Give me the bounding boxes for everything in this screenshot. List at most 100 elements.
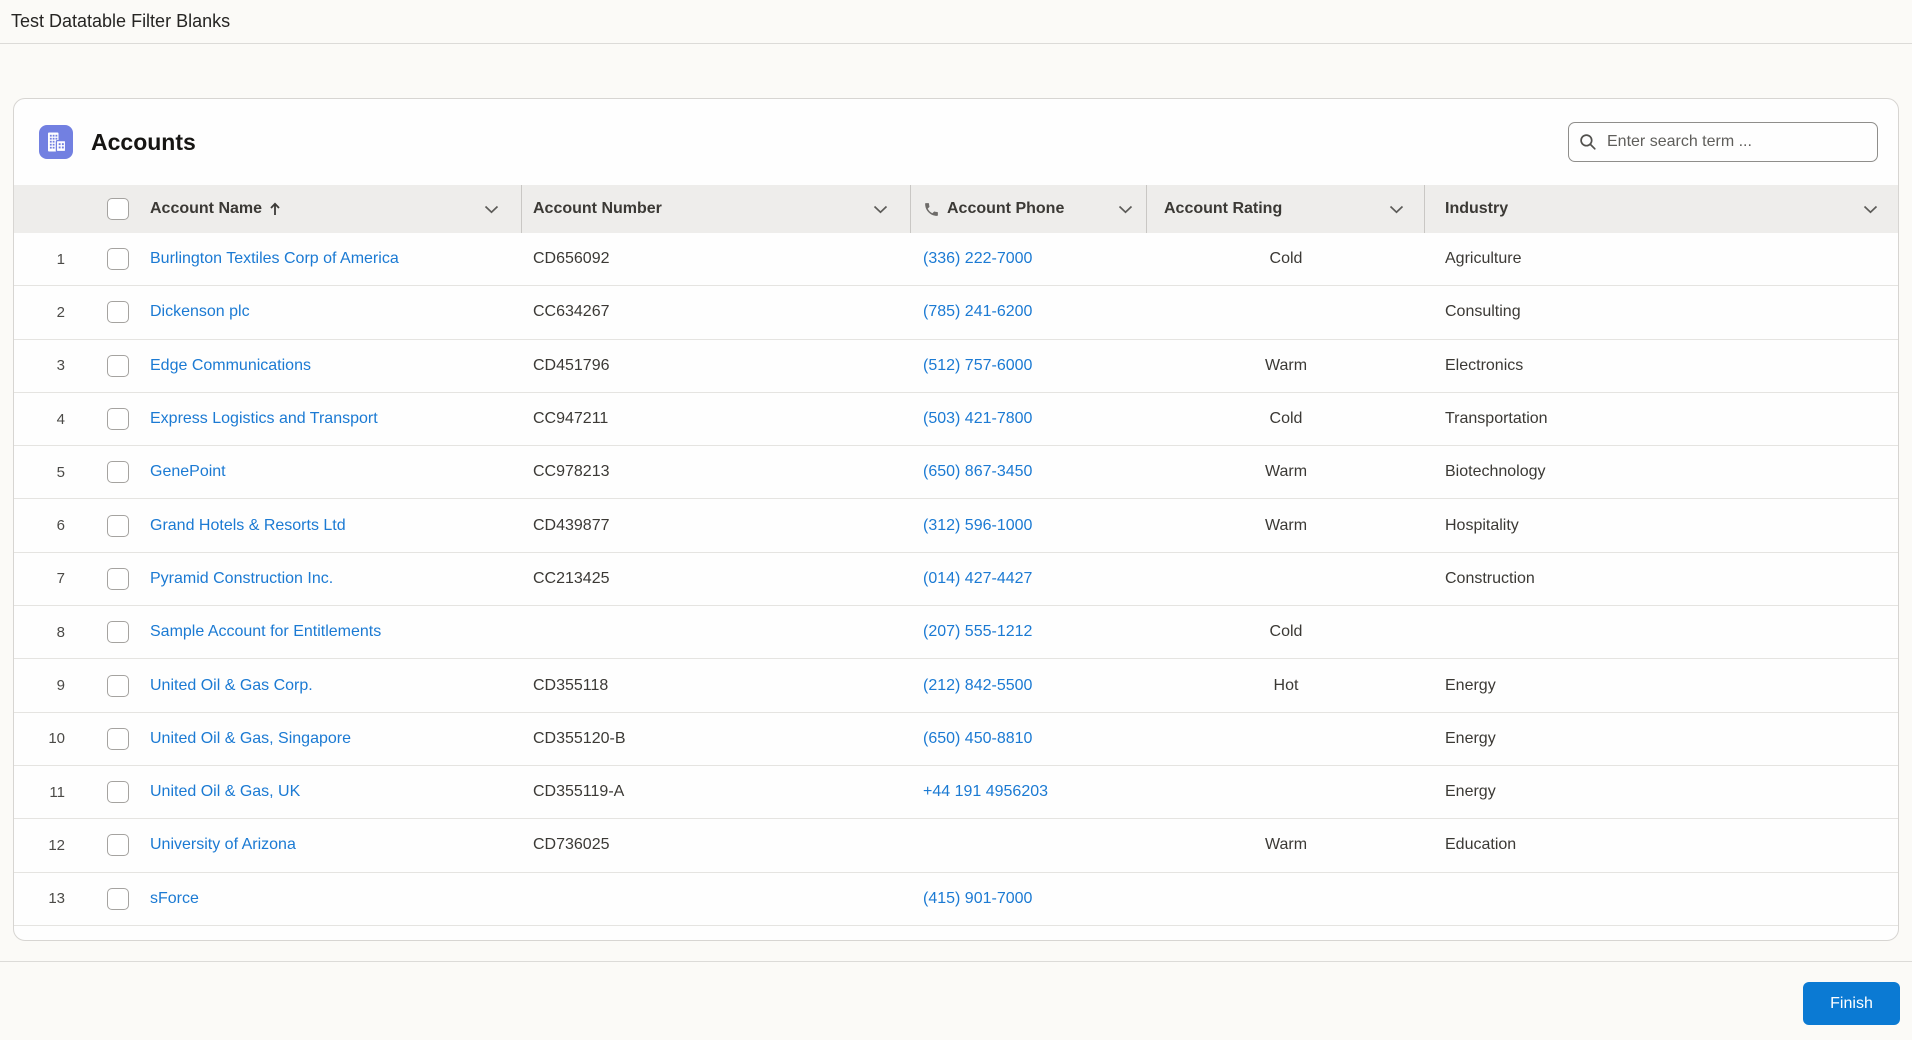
account-phone-cell: (650) 450-8810 [911,730,1147,748]
row-checkbox-cell [95,834,140,857]
row-checkbox[interactable] [106,301,129,324]
accounts-card: Accounts Account Name Account Number [13,98,1899,941]
account-phone-cell: (336) 222-7000 [911,250,1147,268]
account-phone-link[interactable]: (207) 555-1212 [923,623,1032,640]
account-phone-link[interactable]: +44 191 4956203 [923,783,1048,800]
row-number: 12 [48,836,65,854]
account-name-cell: Edge Communications [140,357,522,375]
account-name-link[interactable]: Dickenson plc [150,303,250,320]
account-name-link[interactable]: Express Logistics and Transport [150,410,378,427]
column-header-account-rating[interactable]: Account Rating [1147,185,1425,233]
account-phone-link[interactable]: (312) 596-1000 [923,517,1032,534]
row-checkbox-cell [95,621,140,644]
row-checkbox-cell [95,301,140,324]
account-phone-link[interactable]: (512) 757-6000 [923,357,1032,374]
finish-button[interactable]: Finish [1803,982,1900,1025]
account-number-cell: CD355120-B [533,729,626,747]
account-phone-link[interactable]: (650) 450-8810 [923,730,1032,747]
account-phone-link[interactable]: (212) 842-5500 [923,677,1032,694]
chevron-down-icon [1389,205,1404,213]
account-phone-link[interactable]: (785) 241-6200 [923,303,1032,320]
row-checkbox-cell [95,781,140,804]
row-checkbox[interactable] [106,408,129,431]
industry-cell: Biotechnology [1445,463,1546,481]
account-name-cell: Express Logistics and Transport [140,410,522,428]
search-box [1568,122,1878,162]
account-name-cell: Dickenson plc [140,303,522,321]
industry-cell: Consulting [1445,303,1521,321]
column-header-industry[interactable]: Industry [1425,185,1898,233]
column-header-account-phone[interactable]: Account Phone [911,185,1147,233]
row-checkbox-cell [95,887,140,910]
account-phone-link[interactable]: (650) 867-3450 [923,463,1032,480]
row-number: 13 [48,890,65,908]
row-checkbox[interactable] [106,674,129,697]
row-number: 3 [56,357,65,375]
row-checkbox[interactable] [106,887,129,910]
row-checkbox-cell [95,461,140,484]
account-name-link[interactable]: United Oil & Gas Corp. [150,677,313,694]
search-input[interactable] [1568,122,1878,162]
row-checkbox[interactable] [106,248,129,271]
card-title: Accounts [91,128,196,155]
account-name-cell: Pyramid Construction Inc. [140,570,522,588]
account-rating-cell: Warm [1264,836,1308,854]
column-menu-button[interactable] [482,203,501,216]
account-name-link[interactable]: United Oil & Gas, UK [150,783,300,800]
account-name-link[interactable]: Edge Communications [150,357,311,374]
table-row: 4 Express Logistics and Transport CC9472… [14,392,1898,447]
table-row: 6 Grand Hotels & Resorts Ltd CD439877 (3… [14,499,1898,553]
account-phone-link[interactable]: (415) 901-7000 [923,890,1032,907]
chevron-down-icon [1863,205,1878,213]
table-row: 3 Edge Communications CD451796 (512) 757… [14,339,1898,393]
column-header-account-name[interactable]: Account Name [140,185,522,233]
row-checkbox[interactable] [106,621,129,644]
column-menu-button[interactable] [1116,203,1135,216]
sort-ascending-icon [269,202,281,216]
column-menu-button[interactable] [1387,203,1406,216]
table-body: 1 Burlington Textiles Corp of America CD… [14,233,1898,926]
row-checkbox-cell [95,354,140,377]
column-menu-button[interactable] [871,203,890,216]
account-phone-link[interactable]: (503) 421-7800 [923,410,1032,427]
account-phone-cell: (212) 842-5500 [911,677,1147,695]
account-name-link[interactable]: sForce [150,890,199,907]
account-phone-cell: (650) 867-3450 [911,463,1147,481]
row-checkbox[interactable] [106,354,129,377]
account-name-cell: United Oil & Gas Corp. [140,677,522,695]
phone-icon [923,201,940,218]
row-checkbox-cell [95,727,140,750]
account-name-link[interactable]: University of Arizona [150,836,296,853]
column-header-account-number[interactable]: Account Number [522,185,911,233]
row-checkbox[interactable] [106,727,129,750]
row-checkbox-cell [95,514,140,537]
account-name-link[interactable]: Sample Account for Entitlements [150,623,381,640]
row-checkbox[interactable] [106,461,129,484]
account-name-link[interactable]: United Oil & Gas, Singapore [150,730,351,747]
column-menu-button[interactable] [1861,203,1880,216]
row-checkbox[interactable] [106,834,129,857]
row-number: 1 [56,250,65,268]
header-checkbox-cell [95,185,140,233]
account-phone-cell: (512) 757-6000 [911,357,1147,375]
row-number: 6 [56,517,65,535]
industry-cell: Education [1445,836,1517,854]
account-number-cell: CC947211 [533,410,609,428]
row-checkbox[interactable] [106,514,129,537]
select-all-checkbox[interactable] [106,198,129,220]
account-name-link[interactable]: Burlington Textiles Corp of America [150,250,399,267]
account-phone-link[interactable]: (336) 222-7000 [923,250,1032,267]
table-row: 5 GenePoint CC978213 (650) 867-3450 Warm… [14,446,1898,500]
industry-cell: Energy [1445,729,1496,747]
account-name-link[interactable]: GenePoint [150,463,226,480]
account-name-link[interactable]: Pyramid Construction Inc. [150,570,333,587]
industry-cell: Electronics [1445,356,1524,374]
row-checkbox[interactable] [106,781,129,804]
row-checkbox[interactable] [106,567,129,590]
industry-cell: Energy [1445,783,1496,801]
row-number: 9 [56,677,65,695]
table-row: 8 Sample Account for Entitlements (207) … [14,606,1898,660]
table-row: 2 Dickenson plc CC634267 (785) 241-6200 … [14,286,1898,340]
account-phone-link[interactable]: (014) 427-4427 [923,570,1032,587]
account-name-link[interactable]: Grand Hotels & Resorts Ltd [150,517,346,534]
